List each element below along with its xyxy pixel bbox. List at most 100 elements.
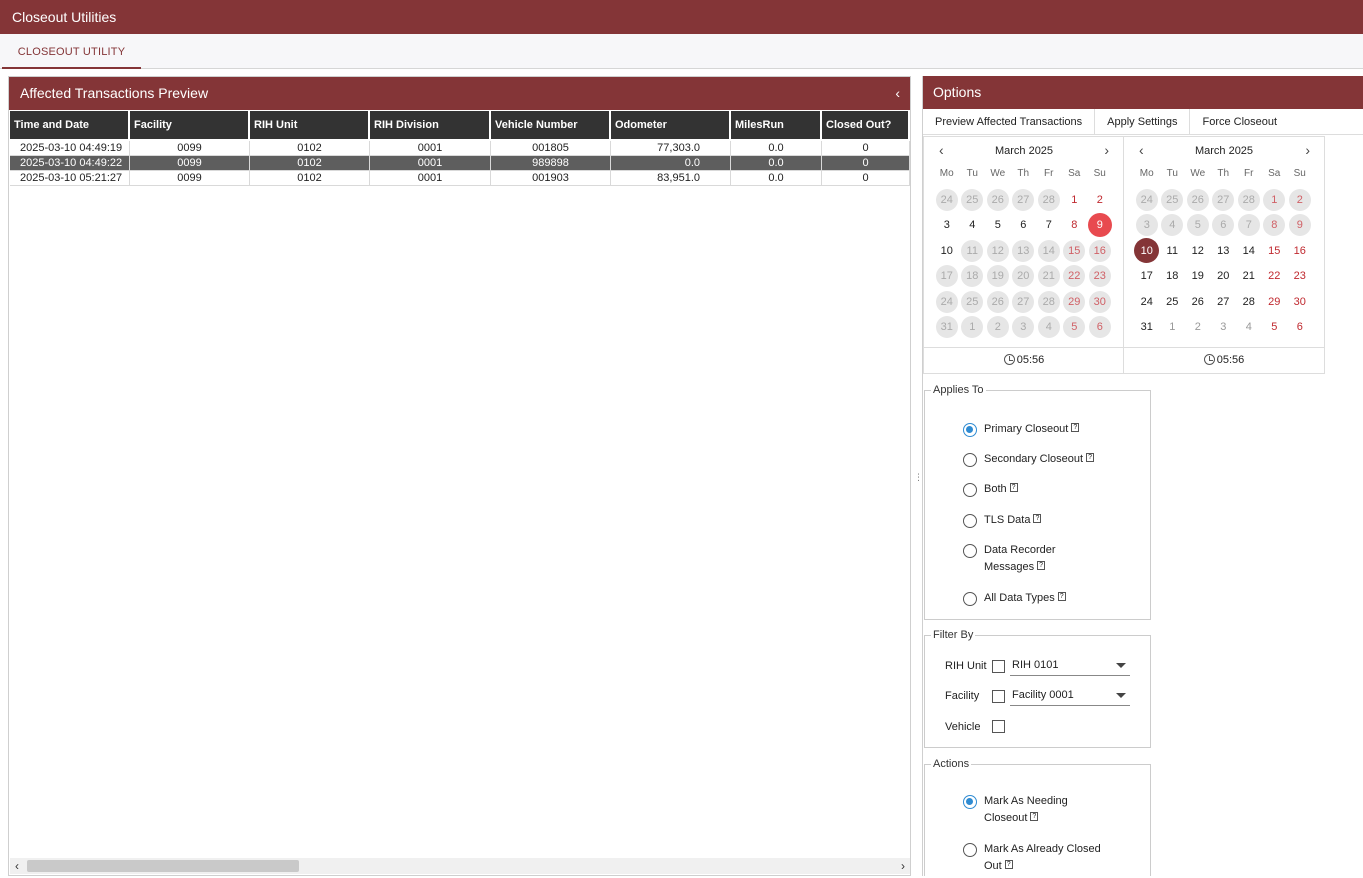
calendar-day[interactable]: 18 <box>1160 264 1186 290</box>
radio-primary-closeout[interactable]: Primary Closeout? <box>963 421 1080 438</box>
radio-indicator[interactable] <box>963 483 977 497</box>
calendar-day[interactable]: 6 <box>1287 315 1313 341</box>
radio-both[interactable]: Both? <box>963 481 1018 498</box>
vehicle-checkbox[interactable] <box>992 720 1005 733</box>
calendar-month[interactable]: March 2025 <box>924 143 1124 159</box>
calendar-day[interactable]: 5 <box>1262 315 1288 341</box>
calendar-day[interactable]: 15 <box>1062 238 1088 264</box>
table-row[interactable]: 2025-03-10 04:49:19 0099 0102 0001 001805 77,… <box>10 141 910 156</box>
rih-unit-dropdown[interactable]: RIH 0101 <box>1010 656 1130 676</box>
calendar-day[interactable]: 28 <box>1236 289 1262 315</box>
calendar-day[interactable]: 24 <box>1134 289 1160 315</box>
calendar-day[interactable]: 4 <box>1160 213 1186 239</box>
calendar-day[interactable]: 29 <box>1262 289 1288 315</box>
calendar-day[interactable]: 26 <box>1185 289 1211 315</box>
calendar-month[interactable]: March 2025 <box>1124 143 1324 159</box>
calendar-day[interactable]: 20 <box>1211 264 1237 290</box>
calendar-day[interactable]: 25 <box>1160 289 1186 315</box>
radio-mark-already-closed[interactable]: Mark As Already Closed Out? <box>963 841 1101 875</box>
tab-closeout-utility[interactable]: CLOSEOUT UTILITY <box>2 34 141 69</box>
next-month-icon[interactable]: › <box>1305 142 1310 158</box>
calendar-day[interactable]: 21 <box>1236 264 1262 290</box>
radio-indicator[interactable] <box>963 592 977 606</box>
calendar-day[interactable]: 16 <box>1087 238 1113 264</box>
calendar-day[interactable]: 23 <box>1087 264 1113 290</box>
calendar-day[interactable]: 24 <box>934 289 960 315</box>
column-header[interactable]: Vehicle Number <box>491 111 611 139</box>
column-header[interactable]: Odometer <box>611 111 731 139</box>
calendar-day[interactable]: 25 <box>1160 187 1186 213</box>
column-header[interactable]: Facility <box>130 111 250 139</box>
force-closeout-button[interactable]: Force Closeout <box>1190 109 1289 135</box>
radio-indicator[interactable] <box>963 514 977 528</box>
calendar-day[interactable]: 10 <box>1134 238 1160 264</box>
calendar-day[interactable]: 4 <box>1036 315 1062 341</box>
preview-affected-button[interactable]: Preview Affected Transactions <box>923 109 1096 135</box>
calendar-day[interactable]: 22 <box>1262 264 1288 290</box>
calendar-day[interactable]: 11 <box>1160 238 1186 264</box>
calendar-day[interactable]: 17 <box>934 264 960 290</box>
calendar-day[interactable]: 18 <box>960 264 986 290</box>
calendar-day[interactable]: 2 <box>985 315 1011 341</box>
chevron-down-icon[interactable] <box>1116 663 1126 668</box>
column-header[interactable]: RIH Unit <box>250 111 370 139</box>
radio-indicator[interactable] <box>963 423 977 437</box>
help-icon[interactable]: ? <box>1033 514 1042 523</box>
calendar-day[interactable]: 1 <box>1160 315 1186 341</box>
calendar-day[interactable]: 30 <box>1087 289 1113 315</box>
calendar-day[interactable]: 28 <box>1236 187 1262 213</box>
calendar-day[interactable]: 5 <box>1062 315 1088 341</box>
calendar-day[interactable]: 9 <box>1087 213 1113 239</box>
calendar-day[interactable]: 13 <box>1211 238 1237 264</box>
radio-all-data-types[interactable]: All Data Types? <box>963 590 1066 607</box>
scroll-left-icon[interactable]: ‹ <box>10 858 24 874</box>
calendar-day[interactable]: 19 <box>985 264 1011 290</box>
calendar-day[interactable]: 7 <box>1036 213 1062 239</box>
calendar-day[interactable]: 11 <box>960 238 986 264</box>
calendar-day[interactable]: 1 <box>1262 187 1288 213</box>
radio-tls-data[interactable]: TLS Data? <box>963 512 1042 529</box>
calendar-day[interactable]: 31 <box>1134 315 1160 341</box>
radio-indicator[interactable] <box>963 843 977 857</box>
calendar-day[interactable]: 7 <box>1236 213 1262 239</box>
calendar-day[interactable]: 2 <box>1287 187 1313 213</box>
calendar-day[interactable]: 9 <box>1287 213 1313 239</box>
calendar-day[interactable]: 10 <box>934 238 960 264</box>
time-picker[interactable]: 05:56 <box>924 347 1124 373</box>
calendar-day[interactable]: 3 <box>1011 315 1037 341</box>
calendar-day[interactable]: 6 <box>1011 213 1037 239</box>
column-header[interactable]: Time and Date <box>10 111 130 139</box>
scroll-right-icon[interactable]: › <box>896 858 910 874</box>
calendar-day[interactable]: 14 <box>1036 238 1062 264</box>
radio-data-recorder-messages[interactable]: Data Recorder Messages? <box>963 542 1056 576</box>
help-icon[interactable]: ? <box>1030 812 1039 821</box>
calendar-day[interactable]: 26 <box>1185 187 1211 213</box>
help-icon[interactable]: ? <box>1009 483 1018 492</box>
calendar-day[interactable]: 3 <box>1134 213 1160 239</box>
calendar-day[interactable]: 6 <box>1087 315 1113 341</box>
calendar-day[interactable]: 25 <box>960 187 986 213</box>
calendar-day[interactable]: 1 <box>1062 187 1088 213</box>
column-header[interactable]: MilesRun <box>731 111 822 139</box>
calendar-day[interactable]: 25 <box>960 289 986 315</box>
column-header[interactable]: Closed Out? <box>822 111 910 139</box>
time-picker[interactable]: 05:56 <box>1124 347 1324 373</box>
calendar-day[interactable]: 19 <box>1185 264 1211 290</box>
calendar-day[interactable]: 24 <box>934 187 960 213</box>
calendar-day[interactable]: 23 <box>1287 264 1313 290</box>
calendar-day[interactable]: 2 <box>1087 187 1113 213</box>
facility-checkbox[interactable] <box>992 689 1005 703</box>
table-row[interactable]: 2025-03-10 05:21:27 0099 0102 0001 001903 83,… <box>10 171 910 186</box>
calendar-day[interactable]: 6 <box>1211 213 1237 239</box>
calendar-day[interactable]: 29 <box>1062 289 1088 315</box>
calendar-day[interactable]: 3 <box>1211 315 1237 341</box>
calendar-day[interactable]: 27 <box>1011 187 1037 213</box>
calendar-day[interactable]: 27 <box>1011 289 1037 315</box>
calendar-day[interactable]: 1 <box>960 315 986 341</box>
facility-dropdown[interactable]: Facility 0001 <box>1010 686 1130 706</box>
horizontal-scrollbar[interactable]: ‹ › <box>10 858 910 874</box>
calendar-day[interactable]: 4 <box>960 213 986 239</box>
scrollbar-thumb[interactable] <box>27 860 299 872</box>
calendar-day[interactable]: 28 <box>1036 187 1062 213</box>
calendar-day[interactable]: 5 <box>1185 213 1211 239</box>
